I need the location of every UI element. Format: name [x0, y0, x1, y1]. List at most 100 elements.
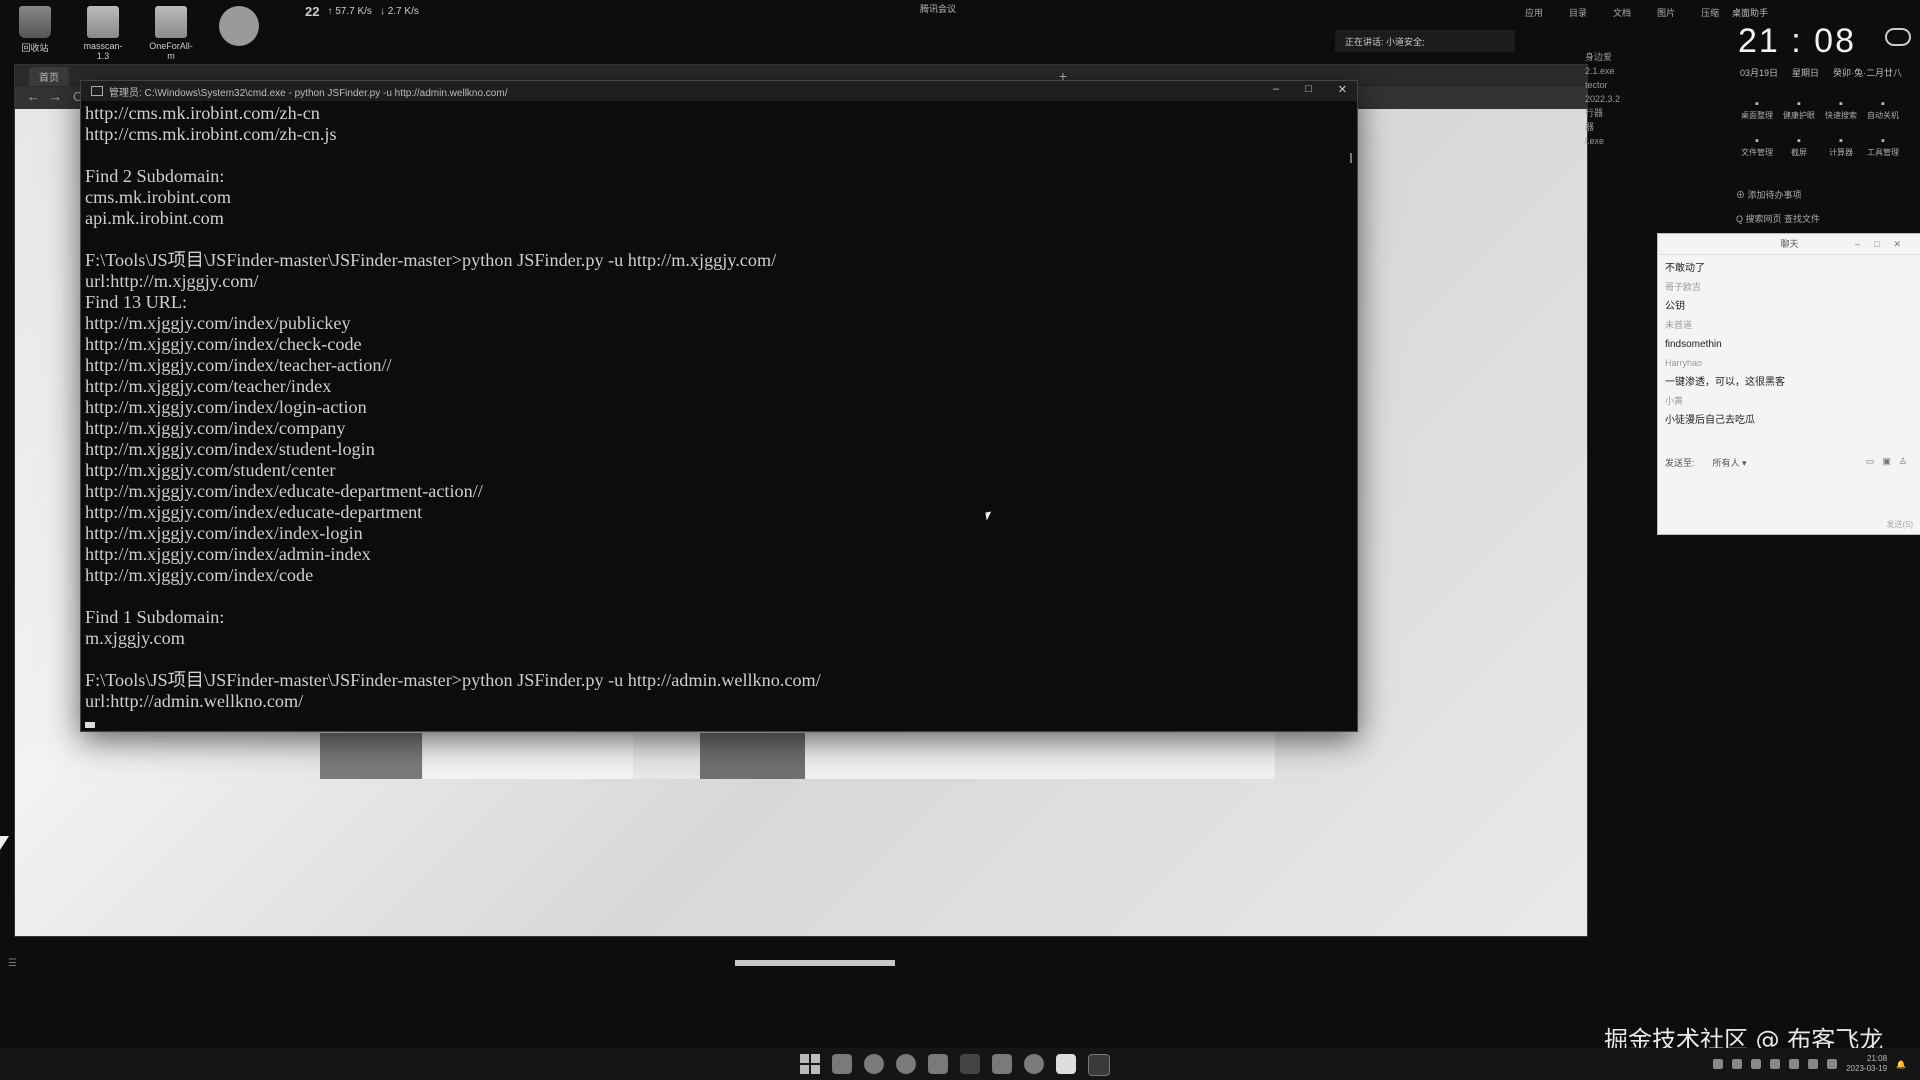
meeting-indicator[interactable]: 腾讯会议	[920, 2, 956, 15]
desktop-icons: 回收站 masscan-1.3 OneForAll-m	[10, 6, 264, 61]
terminal-line: url:http://m.xjggjy.com/	[85, 271, 259, 291]
assistant-menu: 应用 目录 文档 图片 压缩	[1525, 6, 1719, 19]
quick-tool-button[interactable]: 截屏	[1778, 135, 1820, 158]
notification-icon[interactable]: 🔔	[1896, 1060, 1906, 1069]
tray-date: 2023-03-19	[1846, 1064, 1888, 1073]
page-block	[700, 733, 805, 779]
battery-icon[interactable]	[1827, 1059, 1838, 1069]
chrome-icon[interactable]	[896, 1054, 916, 1074]
terminal-line: http://m.xjggjy.com/index/publickey	[85, 313, 351, 333]
cmd-title-bar[interactable]: 管理员: C:\Windows\System32\cmd.exe - pytho…	[81, 81, 1357, 101]
taskbar: 21:08 2023-03-19 🔔	[0, 1048, 1920, 1080]
quick-tool-button[interactable]: 文件管理	[1736, 135, 1778, 158]
volume-icon[interactable]	[1808, 1059, 1819, 1069]
terminal-line: http://m.xjggjy.com/index/login-action	[85, 397, 367, 417]
browser-tab-home[interactable]: 首页	[29, 66, 69, 86]
chat-title: 聊天	[1780, 239, 1799, 249]
chat-message-text: 公钥	[1665, 301, 1685, 312]
chat-message-text: 小徒漫后自己去吃瓜	[1665, 415, 1755, 426]
desktop-icon-label: OneForAll-m	[149, 41, 193, 61]
quick-tool-button[interactable]: 桌面整理	[1736, 98, 1778, 121]
terminal-line: http://m.xjggjy.com/index/admin-index	[85, 544, 371, 564]
app-circle-icon	[219, 6, 259, 46]
clock-date-part: 星期日	[1792, 68, 1820, 78]
terminal-line: http://cms.mk.irobint.com/zh-cn.js	[85, 124, 337, 144]
clock-time: 21 : 08	[1738, 22, 1856, 60]
assistant-menu-item[interactable]: 压缩	[1701, 6, 1719, 19]
terminal-cursor	[85, 722, 95, 728]
photos-icon[interactable]	[992, 1054, 1012, 1074]
minimize-button[interactable]: –	[1273, 83, 1279, 96]
quick-tool-button[interactable]: 健康护眼	[1778, 98, 1820, 121]
quick-tool-button[interactable]: 自动关机	[1862, 98, 1904, 121]
windows-start-icon[interactable]	[800, 1054, 820, 1074]
tray-clock[interactable]: 21:08 2023-03-19	[1846, 1054, 1887, 1074]
store-icon[interactable]	[928, 1054, 948, 1074]
network-icon[interactable]	[1789, 1059, 1800, 1069]
app-shortcut[interactable]	[214, 6, 264, 61]
terminal-line: url:http://admin.wellkno.com/	[85, 691, 304, 711]
list-icon: ☰	[8, 958, 17, 969]
strip-text: 器	[1585, 122, 1595, 132]
page-faint-text	[735, 960, 895, 966]
assistant-menu-item[interactable]: 目录	[1569, 6, 1587, 19]
file-explorer-icon[interactable]	[832, 1054, 852, 1074]
edge-icon[interactable]	[864, 1054, 884, 1074]
mouse-cursor-icon	[985, 511, 993, 521]
assistant-menu-item[interactable]: 文档	[1613, 6, 1631, 19]
send-to-select[interactable]: 所有人 ▾	[1713, 456, 1747, 469]
add-todo-button[interactable]: ⊕ 添加待办事项	[1736, 188, 1802, 201]
search-links[interactable]: Q 搜索网页 查找文件	[1736, 212, 1820, 225]
assistant-menu-item[interactable]: 图片	[1657, 6, 1675, 19]
chat-send-button[interactable]: 发送(S)	[1886, 519, 1913, 530]
chat-message-text: findsomethin	[1665, 339, 1722, 350]
terminal-line: http://m.xjggjy.com/index/teacher-action…	[85, 355, 392, 375]
terminal-icon[interactable]	[1088, 1054, 1110, 1076]
chat-tool-icons[interactable]: ▭▣♙	[1866, 456, 1915, 469]
strip-text: 身边爱	[1585, 52, 1613, 62]
chat-window: 聊天 –□✕ 不敢动了 哥子欧吉 公钥 未首道 findsomethin Harryhao…	[1657, 233, 1920, 535]
terminal-line: api.mk.irobint.com	[85, 208, 224, 228]
notes-icon[interactable]	[1056, 1054, 1076, 1074]
recycle-bin-shortcut[interactable]: 回收站	[10, 6, 60, 61]
forward-icon[interactable]: →	[49, 89, 62, 104]
app-icon[interactable]	[960, 1054, 980, 1074]
clock-date-part: 癸卯·兔·二月廿八	[1833, 68, 1903, 78]
send-to-label: 发送至:	[1665, 458, 1695, 468]
tray-icon[interactable]	[1751, 1059, 1762, 1069]
back-icon[interactable]: ←	[27, 89, 40, 104]
strip-text: tector	[1585, 80, 1608, 90]
shield-icon[interactable]	[1732, 1059, 1743, 1069]
folder-icon	[87, 6, 119, 38]
terminal-line: F:\Tools\JS项目\JSFinder-master\JSFinder-m…	[85, 670, 821, 690]
quick-tool-button[interactable]: 计算器	[1820, 135, 1862, 158]
quick-tool-button[interactable]: 快速搜索	[1820, 98, 1862, 121]
maximize-button[interactable]: □	[1305, 83, 1312, 96]
terminal-output[interactable]: http://cms.mk.irobint.com/zh-cn http://cm…	[81, 101, 1357, 735]
tray-icon[interactable]	[1770, 1059, 1781, 1069]
browser-icon[interactable]	[1024, 1054, 1044, 1074]
chat-window-controls[interactable]: –□✕	[1855, 234, 1915, 254]
window-controls: – □ ✕	[1273, 83, 1347, 96]
quick-tool-button[interactable]: 工具管理	[1862, 135, 1904, 158]
close-button[interactable]: ✕	[1338, 83, 1347, 96]
page-block	[805, 733, 1275, 779]
chat-messages: 不敢动了 哥子欧吉 公钥 未首道 findsomethin Harryhao 一键渗透，可以…	[1658, 255, 1920, 434]
scrollbar-thumb[interactable]	[1350, 153, 1352, 163]
page-content-strip	[320, 733, 1275, 779]
quick-tools-grid: 桌面整理健康护眼快速搜索自动关机文件管理截屏计算器工具管理	[1736, 98, 1904, 158]
tray-icon[interactable]	[1713, 1059, 1724, 1069]
masscan-folder[interactable]: masscan-1.3	[78, 6, 128, 61]
clock-date: 03月19日 星期日 癸卯·兔·二月廿八	[1740, 66, 1902, 79]
oneforall-folder[interactable]: OneForAll-m	[146, 6, 196, 61]
system-tray: 21:08 2023-03-19 🔔	[1713, 1054, 1906, 1074]
assistant-menu-item[interactable]: 应用	[1525, 6, 1543, 19]
terminal-line: http://m.xjggjy.com/index/educate-depart…	[85, 481, 483, 501]
terminal-line: http://m.xjggjy.com/index/company	[85, 418, 346, 438]
upload-speed: ↑ 57.7 K/s	[327, 6, 372, 17]
cmd-window[interactable]: 管理员: C:\Windows\System32\cmd.exe - pytho…	[80, 80, 1358, 732]
page-block	[320, 733, 422, 779]
